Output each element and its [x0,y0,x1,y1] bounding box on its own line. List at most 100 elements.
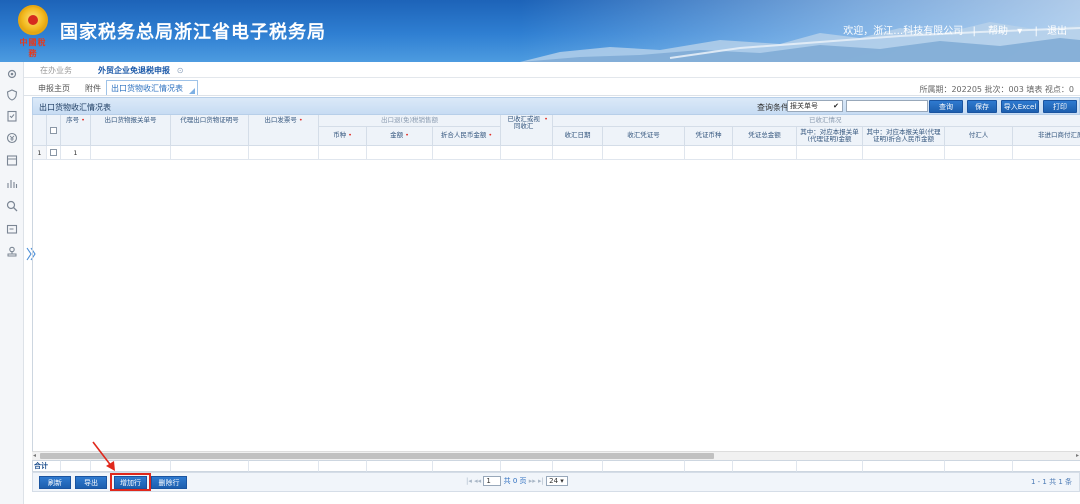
header-receipt-date: 收汇日期 [553,127,603,146]
emblem-seal-text: 中國稅務 [19,38,47,58]
total-cell [945,460,1013,472]
tab-declaration-home[interactable]: 申报主页 [38,83,70,94]
cell-matched-amount[interactable] [797,146,863,160]
next-page-icon[interactable]: ▸▸ [529,477,536,485]
first-page-icon[interactable]: |◂ [466,477,472,485]
chart-icon[interactable] [5,177,19,191]
tab-export-receipt-table[interactable]: 出口货物收汇情况表 [106,80,198,95]
tax-emblem-logo: 中國稅務 [16,5,50,58]
chevron-down-icon: ✔ [833,102,839,110]
header-rmb-amount: 折合人民币金额 • [433,127,501,146]
scrollbar-thumb[interactable] [40,453,714,459]
cell-voucher-total[interactable] [733,146,797,160]
form-tabs: 申报主页 附件 出口货物收汇情况表 所属期：202205 批次：003 填表 视… [24,78,1080,96]
add-row-highlight-box [110,473,151,491]
cell-amount[interactable] [367,146,433,160]
scroll-left-icon[interactable]: ◂ [33,452,36,460]
card-icon[interactable] [5,223,19,237]
tab-attachment[interactable]: 附件 [85,83,101,94]
separator: | [972,26,976,37]
cell-invoice-no[interactable] [249,146,319,160]
page-input[interactable]: 1 [483,476,502,486]
page-size-value: 24 [549,477,559,485]
cell-customs-no[interactable] [91,146,171,160]
header-label: 折合人民币金额 [440,131,487,140]
help-link[interactable]: 帮助 ▾ [985,26,1025,37]
total-cell [553,460,603,472]
print-button[interactable]: 打印 [1043,100,1077,113]
clipboard-icon[interactable] [5,110,19,124]
query-input[interactable] [846,100,928,112]
tab-pending-business[interactable]: 在办业务 [40,65,72,76]
chevron-down-icon: ▾ [1017,26,1023,37]
cell-currency[interactable] [319,146,367,160]
header-non-payer-reason: 非进口商付汇原因 [1013,127,1080,146]
chevron-down-icon: ▾ [560,477,564,485]
left-sidebar [0,62,24,504]
last-page-icon[interactable]: ▸| [538,477,544,485]
page-size-select[interactable]: 24 ▾ [546,476,569,486]
cell-received-flag[interactable] [501,146,553,160]
header-label: 币种 [333,131,347,140]
coin-icon[interactable] [5,132,19,146]
table-toolbar: 出口货物收汇情况表 查询条件 报关单号 ✔ 查询 保存 导入Excel 打印 [32,97,1080,115]
record-range: 1 - 1 共 1 条 [1030,478,1072,486]
pagination: |◂ ◂◂ 1 共 0 页 ▸▸ ▸| 24 ▾ [466,476,569,486]
calendar-icon[interactable] [5,154,19,168]
search-icon[interactable] [5,200,19,214]
user-menu: 欢迎，浙江…科技有限公司 | 帮助 ▾ | 退出 [840,22,1070,37]
welcome-text: 欢迎，浙江…科技有限公司 [843,26,964,37]
header-matched-rmb: 其中：对应本报关单(代理证明)折合人民币金额 [863,127,945,146]
save-button[interactable]: 保存 [967,100,997,113]
row-checkbox[interactable] [50,149,57,156]
header-label: 金额 [390,131,404,140]
cell-non-payer-reason[interactable] [1013,146,1080,160]
row-number: 1 [33,146,47,160]
header-customs-no: 出口货物报关单号 [91,115,171,146]
header-rownum [33,115,47,146]
total-cell [733,460,797,472]
period-info: 所属期：202205 批次：003 填表 视点：0 [919,85,1074,94]
close-icon[interactable]: ⊙ [177,66,184,75]
help-label: 帮助 [988,26,1009,37]
table-title: 出口货物收汇情况表 [39,103,111,112]
cell-matched-rmb[interactable] [863,146,945,160]
total-cell [863,460,945,472]
total-cell [171,460,249,472]
query-label: 查询条件 [757,103,789,112]
query-condition-select[interactable]: 报关单号 ✔ [787,100,843,112]
tab-export-refund-declaration[interactable]: 外贸企业免退税申报 ⊙ [98,65,184,76]
stamp-icon[interactable] [5,246,19,260]
query-button[interactable]: 查询 [929,100,963,113]
header-label: 出口货物报关单号 [104,116,157,124]
data-grid: 序号 • 出口货物报关单号 代理出口货物证明号 出口发票号 • 出口退(免)税销售额… [32,115,1080,451]
prev-page-icon[interactable]: ◂◂ [474,477,481,485]
exit-link[interactable]: 退出 [1047,26,1067,37]
separator: | [1034,26,1038,37]
header-agent-cert: 代理出口货物证明号 [171,115,249,146]
scroll-right-icon[interactable]: ▸ [1076,452,1079,460]
cell-agent-cert[interactable] [171,146,249,160]
cell-voucher-no[interactable] [603,146,685,160]
cell-receipt-date[interactable] [553,146,603,160]
header-group-sales: 出口退(免)税销售额 [319,115,501,127]
cell-seq[interactable]: 1 [61,146,91,160]
query-option: 报关单号 [790,102,818,110]
cell-rmb-amount[interactable] [433,146,501,160]
select-all-checkbox[interactable] [50,126,57,134]
header-amount: 金额 • [367,127,433,146]
total-cell [797,460,863,472]
gear-icon[interactable] [5,68,19,82]
export-button[interactable]: 导出 [75,476,107,489]
import-excel-button[interactable]: 导入Excel [1001,100,1039,113]
horizontal-scrollbar[interactable]: ◂ ▸ [32,451,1080,460]
shield-icon[interactable] [5,89,19,103]
totals-row: 合计 [32,460,1080,472]
refresh-button[interactable]: 刷新 [39,476,71,489]
total-cell [61,460,91,472]
header-label: 出口发票号 [264,116,297,124]
header-invoice-no: 出口发票号 • [249,115,319,146]
cell-voucher-currency[interactable] [685,146,733,160]
delete-row-button[interactable]: 删除行 [151,476,187,489]
cell-payer[interactable] [945,146,1013,160]
